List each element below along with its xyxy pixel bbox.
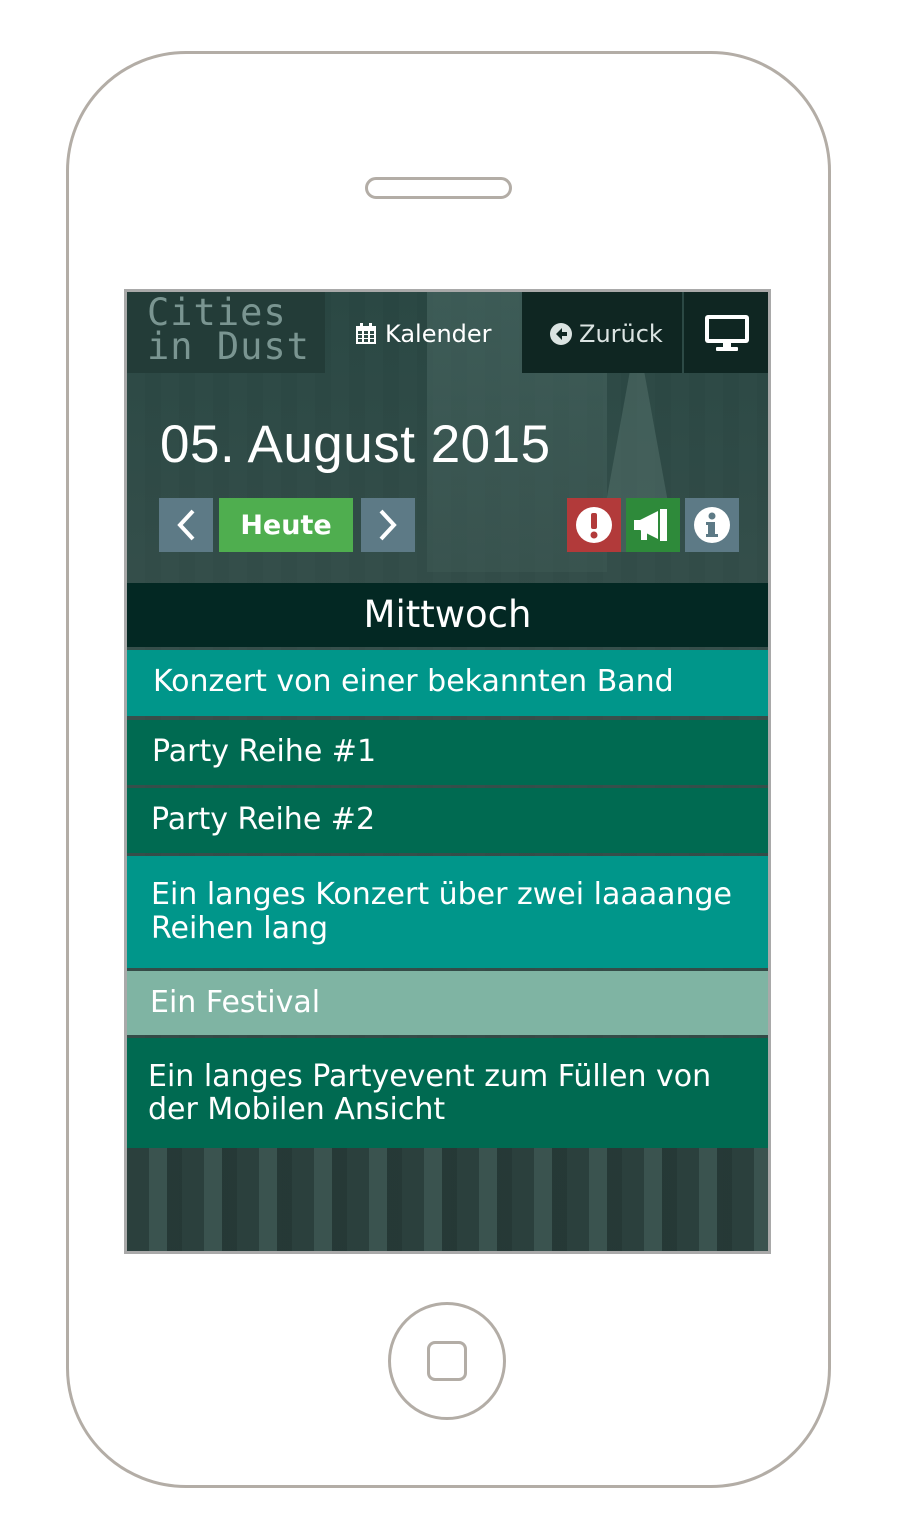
- warning-button[interactable]: [567, 498, 621, 552]
- next-day-button[interactable]: [361, 498, 415, 552]
- event-item[interactable]: Ein langes Partyevent zum Füllen von der…: [127, 1038, 768, 1148]
- nav-back-button[interactable]: Zurück: [522, 292, 682, 373]
- nav-back-label: Zurück: [579, 320, 663, 348]
- event-item[interactable]: Party Reihe #1: [127, 720, 768, 785]
- desktop-view-button[interactable]: [684, 292, 768, 373]
- calendar-icon: [356, 323, 376, 344]
- bullhorn-icon: [634, 509, 667, 541]
- page-title: 05. August 2015: [160, 415, 551, 474]
- info-button[interactable]: [685, 498, 739, 552]
- today-button[interactable]: Heute: [219, 498, 353, 552]
- nav-calendar-label: Kalender: [385, 320, 492, 348]
- event-item[interactable]: Konzert von einer bekannten Band: [127, 650, 768, 716]
- app-screen: Cities in Dust Kalender Zurück 05. Augus…: [124, 289, 771, 1254]
- info-circle-icon: [694, 507, 730, 543]
- event-item[interactable]: Party Reihe #2: [127, 788, 768, 853]
- chevron-left-icon: [177, 509, 195, 541]
- home-button-square-icon: [427, 1341, 467, 1381]
- nav-calendar-link[interactable]: Kalender: [355, 320, 492, 348]
- background-bottom-image: [127, 1147, 768, 1251]
- phone-speaker: [365, 177, 512, 199]
- exclamation-circle-icon: [576, 507, 612, 543]
- previous-day-button[interactable]: [159, 498, 213, 552]
- today-button-label: Heute: [240, 509, 332, 541]
- event-item[interactable]: Ein langes Konzert über zwei laaaange Re…: [127, 856, 768, 968]
- chevron-right-icon: [379, 509, 397, 541]
- arrow-circle-left-icon: [550, 323, 572, 345]
- promo-button[interactable]: [626, 498, 680, 552]
- app-logo[interactable]: Cities in Dust: [127, 292, 325, 373]
- event-item[interactable]: Ein Festival: [127, 971, 768, 1035]
- top-navigation: Cities in Dust Kalender Zurück: [127, 292, 768, 373]
- day-header: Mittwoch: [127, 583, 768, 647]
- logo-line-2: in Dust: [147, 325, 310, 368]
- desktop-icon: [705, 315, 749, 351]
